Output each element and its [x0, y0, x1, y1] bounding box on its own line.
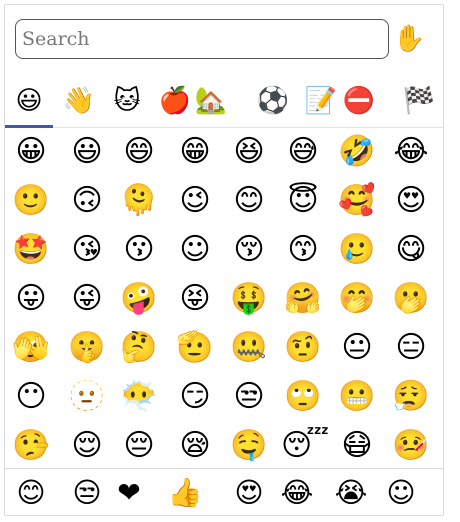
emoji-cell[interactable]: 😄 — [117, 130, 161, 174]
emoji-cell[interactable]: ☺ — [173, 228, 217, 272]
emoji-cell[interactable]: 😍 — [389, 179, 433, 223]
tab-symbols-icon[interactable]: ⛔ — [339, 81, 379, 125]
emoji-cell[interactable]: 😃 — [65, 130, 109, 174]
emoji-cell[interactable]: 😆 — [227, 130, 271, 174]
emoji-cell[interactable]: 😌 — [65, 424, 109, 468]
emoji-cell[interactable]: 😑 — [389, 326, 433, 370]
emoji-cell[interactable]: 😏 — [173, 375, 217, 419]
emoji-cell[interactable]: 😬 — [335, 375, 379, 419]
recent-emoji[interactable]: ☺ — [379, 471, 423, 515]
emoji-cell[interactable]: 🤔 — [117, 326, 161, 370]
emoji-cell[interactable]: 😋 — [389, 228, 433, 272]
emoji-cell[interactable]: 😶 — [9, 375, 53, 419]
tab-food-icon[interactable]: 🍎 — [155, 81, 195, 125]
recent-emoji[interactable]: 😊 — [9, 471, 53, 515]
emoji-cell[interactable]: 😘 — [65, 228, 109, 272]
emoji-cell[interactable]: 😜 — [65, 277, 109, 321]
category-tabs: 😃 👋 🐱 🍎 🏡 ⚽ 📝 ⛔ 🏁 — [5, 81, 443, 128]
emoji-cell[interactable]: 🫣 — [9, 326, 53, 370]
search-row: ✋ — [15, 19, 435, 63]
emoji-cell[interactable]: 😊 — [227, 179, 271, 223]
emoji-cell[interactable]: 😁 — [173, 130, 217, 174]
emoji-cell[interactable]: 🫢 — [389, 277, 433, 321]
emoji-cell[interactable]: 🤥 — [9, 424, 53, 468]
emoji-cell[interactable]: 🥰 — [335, 179, 379, 223]
emoji-cell[interactable]: 🤫 — [65, 326, 109, 370]
emoji-cell[interactable]: 🤐 — [227, 326, 271, 370]
emoji-picker: ✋ 😃 👋 🐱 🍎 🏡 ⚽ 📝 ⛔ 🏁 😀😃😄😁😆😅🤣😂🙂🙃🫠😉😊😇🥰😍🤩😘😗☺… — [4, 4, 444, 516]
tab-people-icon[interactable]: 👋 — [59, 81, 99, 125]
tab-flags-icon[interactable]: 🏁 — [399, 81, 439, 125]
emoji-cell[interactable]: 😴 — [281, 424, 329, 468]
emoji-cell[interactable]: 🤩 — [9, 228, 53, 272]
emoji-cell[interactable]: 😐 — [335, 326, 379, 370]
emoji-cell[interactable]: 🫠 — [117, 179, 161, 223]
emoji-cell[interactable]: 🙄 — [281, 375, 325, 419]
emoji-cell[interactable]: 🤣 — [335, 130, 379, 174]
emoji-cell[interactable]: 🤑 — [227, 277, 271, 321]
emoji-cell[interactable]: 😗 — [117, 228, 161, 272]
emoji-cell[interactable]: 😝 — [173, 277, 217, 321]
tab-smileys-icon[interactable]: 😃 — [9, 81, 49, 125]
emoji-cell[interactable]: 😇 — [281, 179, 325, 223]
emoji-cell[interactable]: 🤤 — [227, 424, 271, 468]
emoji-cell[interactable]: 😪 — [173, 424, 217, 468]
emoji-cell[interactable]: 😷 — [335, 424, 379, 468]
tab-objects-icon[interactable]: 📝 — [301, 81, 341, 125]
emoji-cell[interactable]: 🙃 — [65, 179, 109, 223]
emoji-cell[interactable]: 🫡 — [173, 326, 217, 370]
recent-emoji[interactable]: 😍 — [227, 471, 271, 515]
active-tab-indicator — [5, 125, 53, 128]
emoji-cell[interactable]: 🤒 — [389, 424, 433, 468]
emoji-grid: 😀 😃 😄 😁 😆 😅 🤣 😂 🙂 🙃 🫠 😉 😊 😇 🥰 😍 🤩 😘 😗 ☺ 😚 😙 🥲 😋 😛 😜 🤪 😝 🤑 🤗 🤭 🫢 🫣 🤫 🤔 🫡 🤐 🤨 😐 😑… — [5, 130, 443, 470]
emoji-cell[interactable]: 🫥 — [65, 375, 109, 419]
search-input[interactable] — [15, 19, 389, 59]
emoji-cell[interactable]: 🤨 — [281, 326, 325, 370]
emoji-cell[interactable]: 😂 — [389, 130, 433, 174]
emoji-cell[interactable]: 😅 — [281, 130, 325, 174]
emoji-cell[interactable]: 🙂 — [9, 179, 53, 223]
recent-emoji[interactable]: 👍 — [163, 471, 207, 515]
emoji-cell[interactable]: 😒 — [227, 375, 271, 419]
emoji-cell[interactable]: 😉 — [173, 179, 217, 223]
frequently-used-bar: 😊 😒 ❤ 👍 😍 😂 😭 ☺ — [5, 468, 443, 516]
recent-emoji[interactable]: ❤ — [107, 471, 151, 515]
recent-emoji[interactable]: 😒 — [65, 471, 109, 515]
emoji-cell[interactable]: 🥲 — [335, 228, 379, 272]
emoji-cell[interactable]: 😔 — [117, 424, 161, 468]
tab-activities-icon[interactable]: ⚽ — [253, 81, 293, 125]
emoji-cell[interactable]: 😚 — [227, 228, 271, 272]
recent-emoji[interactable]: 😂 — [275, 471, 319, 515]
emoji-cell[interactable]: 🤗 — [281, 277, 325, 321]
recent-emoji[interactable]: 😭 — [329, 471, 373, 515]
emoji-cell[interactable]: 😛 — [9, 277, 53, 321]
emoji-cell[interactable]: 😶‍🌫️ — [117, 375, 161, 419]
tab-animals-icon[interactable]: 🐱 — [107, 81, 147, 125]
emoji-cell[interactable]: 😀 — [9, 130, 53, 174]
emoji-cell[interactable]: 😮‍💨 — [389, 375, 433, 419]
emoji-cell[interactable]: 🤪 — [117, 277, 161, 321]
emoji-cell[interactable]: 😙 — [281, 228, 325, 272]
skin-tone-hand-icon[interactable]: ✋ — [393, 24, 425, 54]
emoji-cell[interactable]: 🤭 — [335, 277, 379, 321]
tab-travel-icon[interactable]: 🏡 — [191, 81, 231, 125]
